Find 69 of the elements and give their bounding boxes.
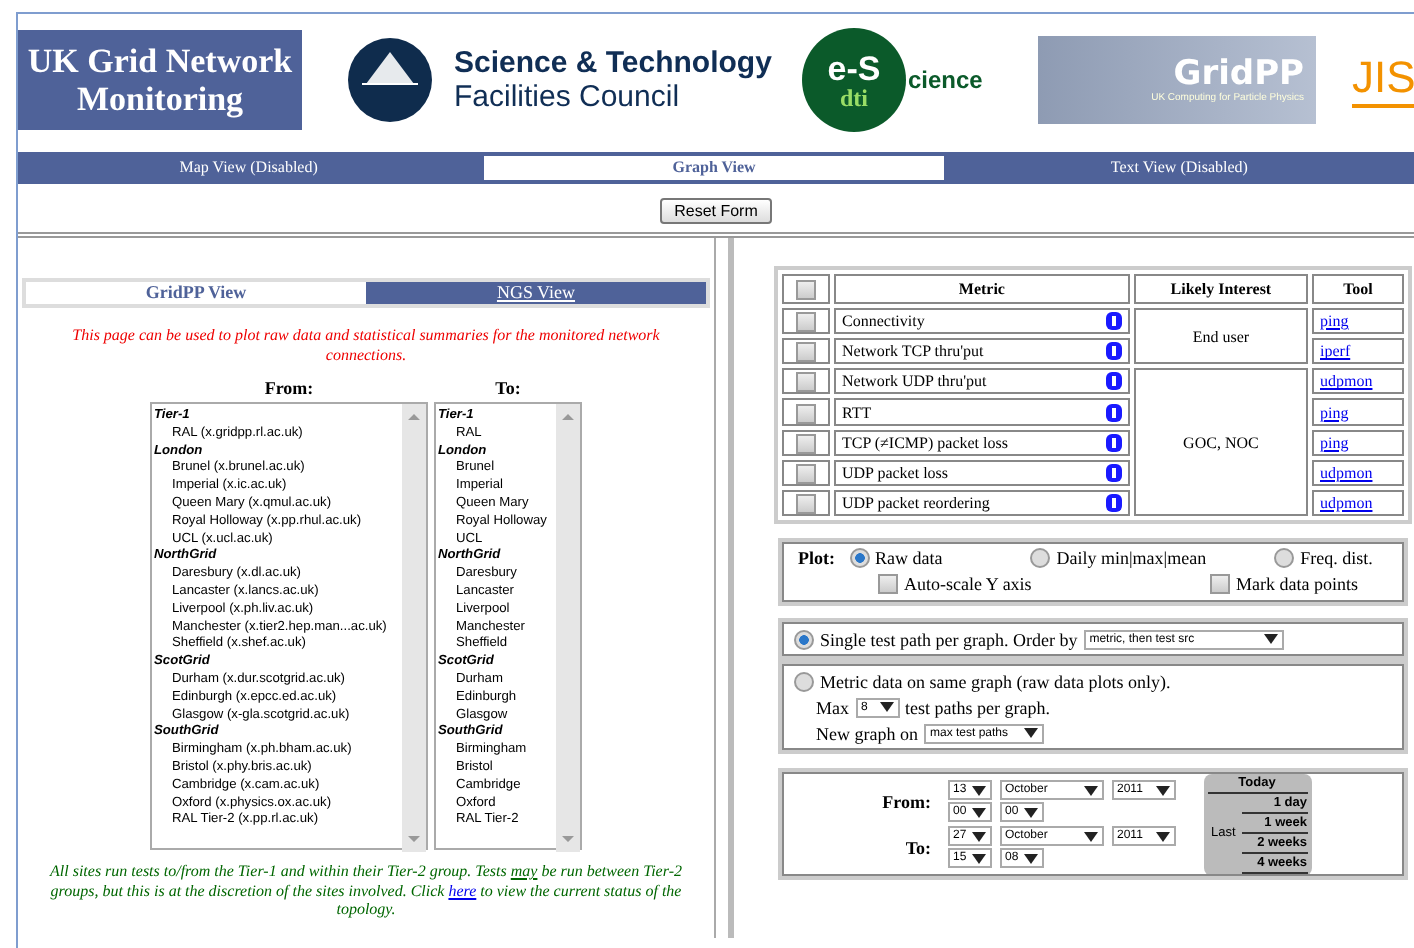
- checkbox[interactable]: [796, 372, 816, 393]
- scrollbar[interactable]: [556, 404, 580, 852]
- logo-text: cience: [908, 66, 983, 94]
- checkbox[interactable]: [796, 463, 816, 484]
- view-tab[interactable]: NGS View: [366, 282, 706, 304]
- checkbox[interactable]: [796, 342, 816, 363]
- option-label: Max: [816, 697, 849, 718]
- table-cell: End user: [1133, 308, 1308, 365]
- column-header: Likely Interest: [1133, 274, 1308, 304]
- option-label: Daily min|max|mean: [1056, 548, 1207, 569]
- jisc-logo: JIS: [1352, 52, 1414, 108]
- checkbox[interactable]: [796, 280, 816, 301]
- caret-icon: [1155, 831, 1169, 842]
- radio-button[interactable]: [794, 671, 814, 692]
- caret-icon: [879, 702, 893, 713]
- column-header: Tool: [1312, 274, 1404, 304]
- checkbox[interactable]: [796, 312, 816, 333]
- radio-button[interactable]: [1030, 548, 1051, 569]
- list-label: To:: [495, 378, 521, 402]
- caret-icon: [1023, 853, 1037, 864]
- checkbox[interactable]: [878, 574, 898, 595]
- option-label: Raw data: [875, 548, 943, 569]
- reset-button[interactable]: Reset Form: [660, 198, 772, 224]
- caret-icon: [1083, 831, 1097, 842]
- option-label: Single test path per graph. Order by: [820, 629, 1078, 650]
- metric-name: UDP packet loss: [842, 461, 949, 484]
- date-label: To:: [903, 837, 931, 858]
- metric-name: TCP (≠ICMP) packet loss: [842, 431, 1008, 454]
- site-list[interactable]: [150, 402, 428, 850]
- metric-name: UDP packet reordering: [842, 492, 990, 515]
- option-label: Auto-scale Y axis: [904, 574, 1032, 595]
- column-header: Metric: [834, 274, 1130, 304]
- site-list[interactable]: [434, 402, 582, 850]
- logo-text: Facilities Council: [454, 80, 682, 114]
- list-label: From:: [264, 378, 314, 402]
- option-label: test paths per graph.: [905, 697, 1050, 718]
- checkbox[interactable]: [796, 494, 816, 515]
- caret-icon: [1023, 807, 1037, 818]
- here-link[interactable]: here: [448, 881, 477, 899]
- plot-label: Plot:: [798, 548, 835, 569]
- intro-text: This page can be used to plot raw data and statistical summaries for the monitored network connections.: [70, 326, 662, 366]
- metric-name: Network TCP thru'put: [842, 340, 984, 363]
- checkbox[interactable]: [796, 433, 816, 454]
- view-tab[interactable]: Graph View: [483, 156, 949, 180]
- sunburst-logo-icon: [346, 36, 434, 124]
- caret-icon: [1263, 634, 1278, 645]
- caret-icon: [1155, 785, 1169, 796]
- option-label: New graph on: [816, 723, 918, 744]
- table-cell: GOC, NOC: [1133, 368, 1308, 517]
- radio-button[interactable]: [849, 548, 869, 569]
- radio-button[interactable]: [1274, 548, 1295, 569]
- site-title: UK Grid Network Monitoring: [18, 30, 302, 130]
- checkbox[interactable]: [796, 403, 816, 424]
- e-science-logo: e-S dti: [802, 28, 906, 132]
- option-label: Freq. dist.: [1300, 548, 1373, 569]
- note-text: All sites run tests to/from the Tier-1 and within their Tier-2 group. Tests may be run between Tier-2 groups, but this is at the discretion of the sites involved. Click here to view the current status of the topology.: [47, 862, 684, 919]
- view-tab[interactable]: Text View (Disabled): [948, 156, 1414, 180]
- radio-button[interactable]: [794, 629, 814, 650]
- metric-name: Connectivity: [842, 310, 925, 333]
- option-label: Metric data on same graph (raw data plots only).: [820, 671, 1171, 692]
- metric-name: Network UDP thru'put: [842, 370, 987, 393]
- scrollbar[interactable]: [402, 404, 426, 852]
- date-label: From:: [880, 791, 931, 812]
- metric-name: RTT: [842, 401, 872, 424]
- option-label: Mark data points: [1236, 574, 1358, 595]
- logo-text: Science & Technology: [454, 46, 772, 80]
- caret-icon: [1024, 728, 1038, 739]
- caret-icon: [1083, 785, 1097, 796]
- checkbox[interactable]: [1210, 574, 1230, 595]
